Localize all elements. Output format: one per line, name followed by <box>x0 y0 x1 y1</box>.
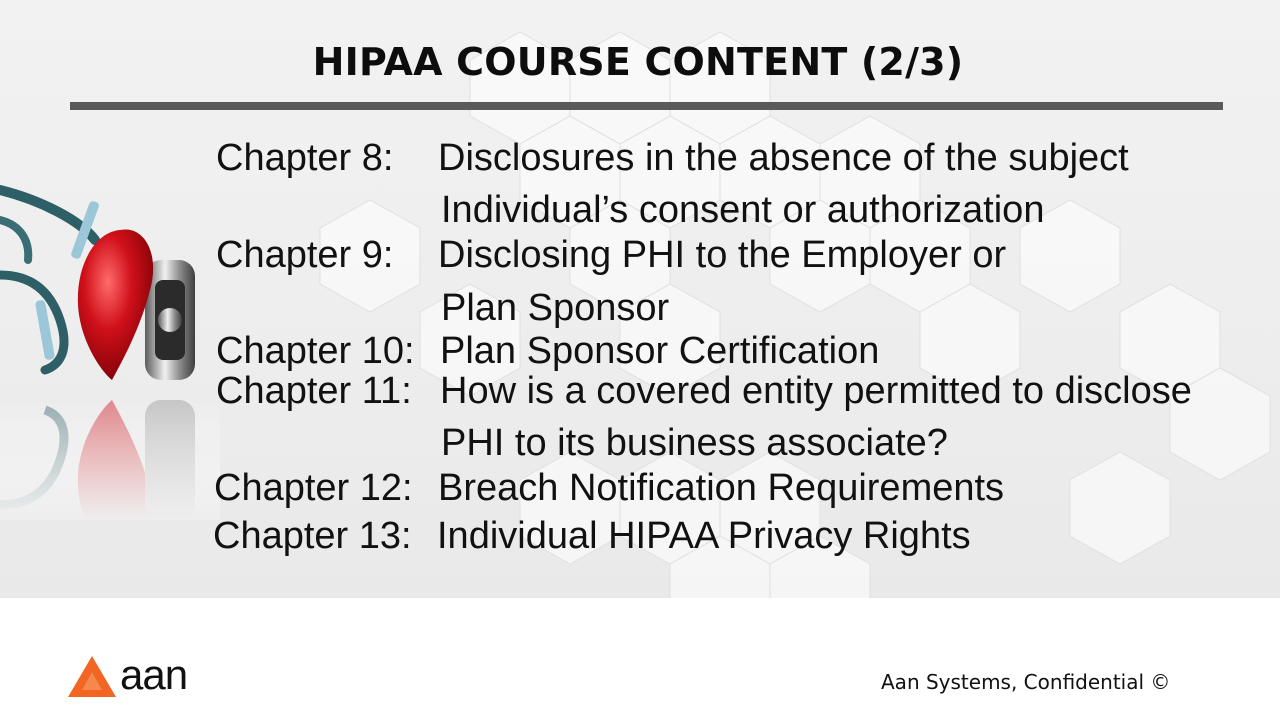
aan-logo-text: aan <box>120 651 188 698</box>
confidential-notice: Aan Systems, Confidential © <box>881 670 1171 694</box>
chapter-11-title: How is a covered entity permitted to dis… <box>440 370 1192 412</box>
chapter-9-label: Chapter 9: <box>216 234 394 276</box>
chapter-11-title-continuation: PHI to its business associate? <box>441 422 948 464</box>
chapter-13-title: Individual HIPAA Privacy Rights <box>437 515 971 557</box>
chapter-12-title: Breach Notification Requirements <box>438 467 1005 509</box>
chapter-12-label: Chapter 12: <box>214 467 413 509</box>
chapter-13-label: Chapter 13: <box>213 515 412 557</box>
chapter-9-title-continuation: Plan Sponsor <box>441 287 670 329</box>
chapter-9-title: Disclosing PHI to the Employer or <box>438 234 1007 276</box>
chapter-8-label: Chapter 8: <box>216 137 394 179</box>
slide-content-area: HIPAA COURSE CONTENT (2/3) Chapter 8: Di… <box>0 0 1280 598</box>
chapter-10-label: Chapter 10: <box>216 330 415 372</box>
chapter-list: Chapter 8: Disclosures in the absence of… <box>0 0 1280 598</box>
slide: HIPAA COURSE CONTENT (2/3) Chapter 8: Di… <box>0 0 1280 720</box>
chapter-10-title: Plan Sponsor Certification <box>440 330 880 372</box>
chapter-11-label: Chapter 11: <box>216 370 412 412</box>
chapter-8-title: Disclosures in the absence of the subjec… <box>438 137 1129 179</box>
chapter-8-title-continuation: Individual’s consent or authorization <box>441 189 1045 231</box>
